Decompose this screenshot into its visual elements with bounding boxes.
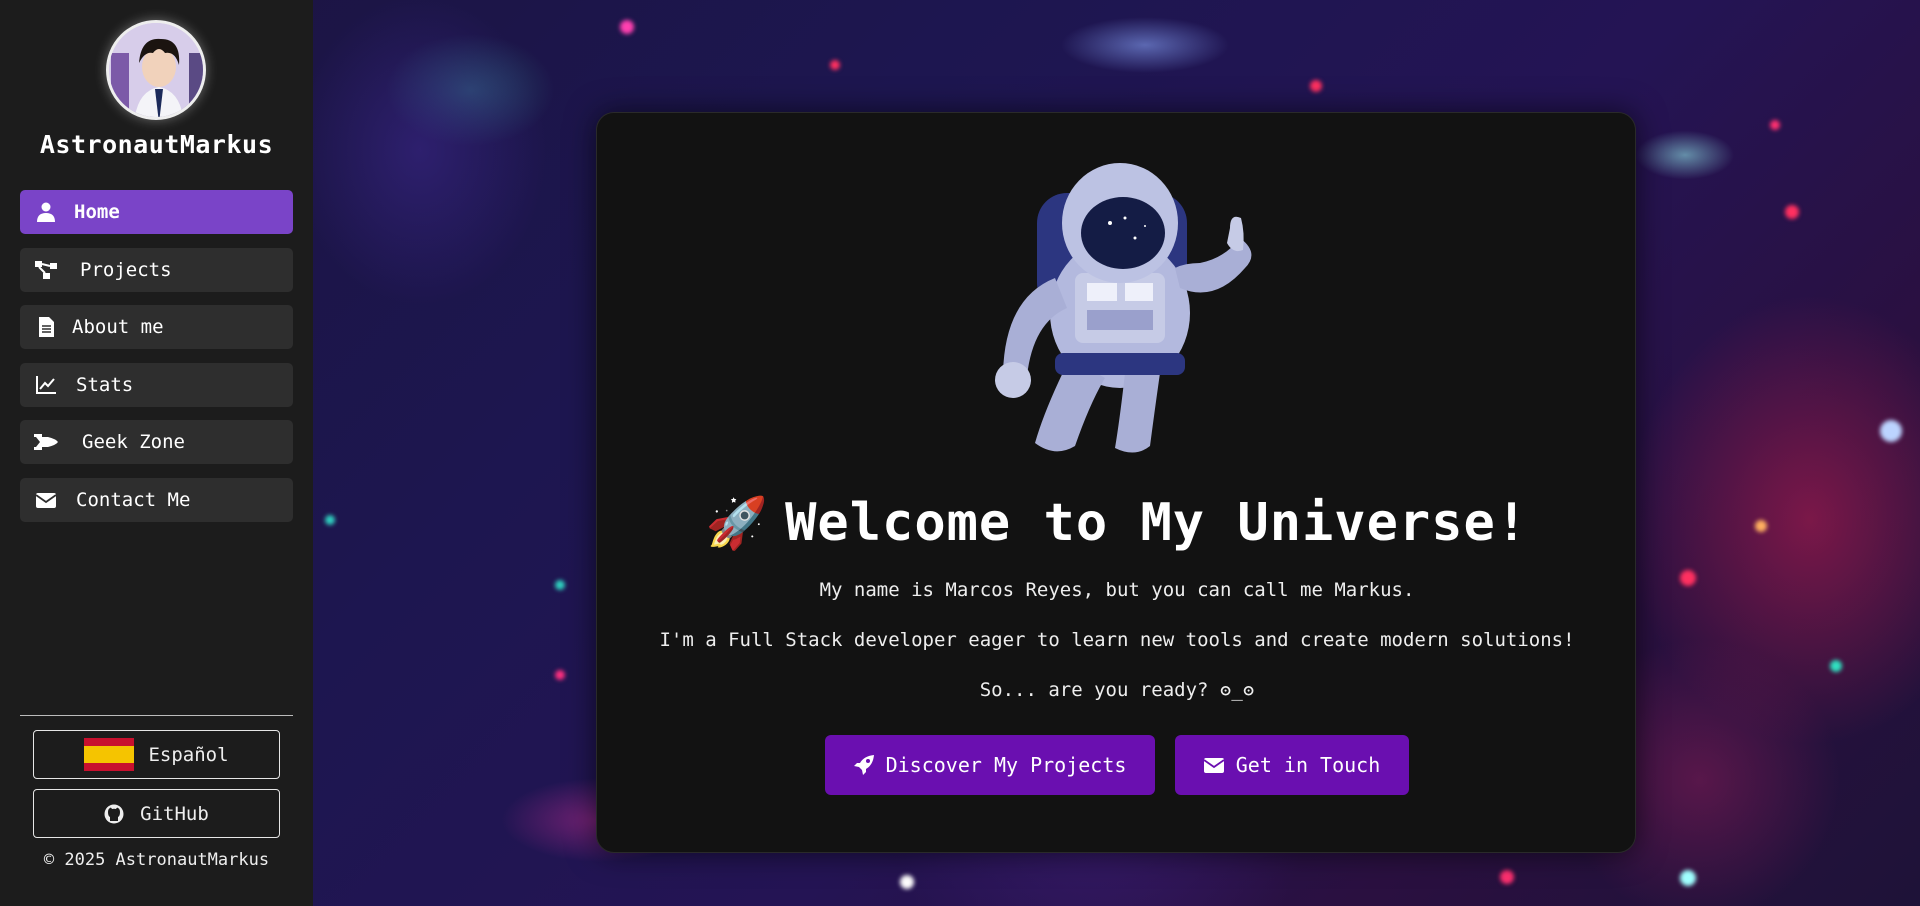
rocket-icon: 🚀 [705,494,770,552]
hero-title: 🚀 Welcome to My Universe! [597,493,1637,553]
discover-projects-label: Discover My Projects [885,753,1127,777]
background-star [620,20,634,34]
background-star [1785,205,1799,219]
document-icon [32,317,60,337]
nav-about[interactable]: About me [20,305,293,349]
background-star [1830,660,1842,672]
sidebar: AstronautMarkus Home Projects About me S… [0,0,313,906]
intro-line-role: I'm a Full Stack developer eager to lear… [659,629,1575,651]
github-label: GitHub [140,802,209,825]
github-icon [104,804,124,824]
nav-projects[interactable]: Projects [20,248,293,292]
nav-stats[interactable]: Stats [20,363,293,407]
background-star [1680,870,1696,886]
nav-label: Contact Me [76,489,191,511]
background-star [1755,520,1767,532]
nav-home[interactable]: Home [20,190,293,234]
copyright-text: © 2025 AstronautMarkus [43,850,270,870]
user-icon [32,202,60,222]
nav-contact[interactable]: Contact Me [20,478,293,522]
intro-line-question: So... are you ready? ʘ_ʘ [979,679,1255,701]
brand-name: AstronautMarkus [39,130,274,159]
envelope-icon [32,492,60,508]
background-star [830,60,840,70]
nav-label: Home [74,201,120,223]
avatar[interactable] [106,20,206,120]
background-star [325,515,335,525]
chart-line-icon [32,376,60,394]
astronaut-illustration [975,158,1265,458]
nav-label: Projects [80,259,172,281]
discover-projects-button[interactable]: Discover My Projects [825,735,1155,795]
spaceship-icon [32,433,60,451]
background-star [555,670,565,680]
intro-line-name: My name is Marcos Reyes, but you can cal… [819,579,1415,601]
background-star [900,875,914,889]
get-in-touch-button[interactable]: Get in Touch [1175,735,1409,795]
hero-title-text: Welcome to My Universe! [785,493,1529,553]
sidebar-divider [20,715,293,716]
nav-label: Geek Zone [82,431,185,453]
language-button[interactable]: Español [33,730,280,779]
welcome-card: 🚀 Welcome to My Universe! My name is Marc… [596,112,1636,853]
background-star [1880,420,1902,442]
background-star [1500,870,1514,884]
nav-label: About me [72,316,164,338]
nav-geek-zone[interactable]: Geek Zone [20,420,293,464]
background-star [1310,80,1322,92]
nav-label: Stats [76,374,134,396]
get-in-touch-label: Get in Touch [1235,753,1381,777]
language-label: Español [148,743,229,766]
spain-flag-icon [84,738,135,771]
background-star [1680,570,1696,586]
github-button[interactable]: GitHub [33,789,280,838]
background-star [555,580,565,590]
envelope-icon [1203,757,1224,773]
background-star [1770,120,1780,130]
rocket-icon [853,755,874,775]
diagram-icon [32,261,60,279]
